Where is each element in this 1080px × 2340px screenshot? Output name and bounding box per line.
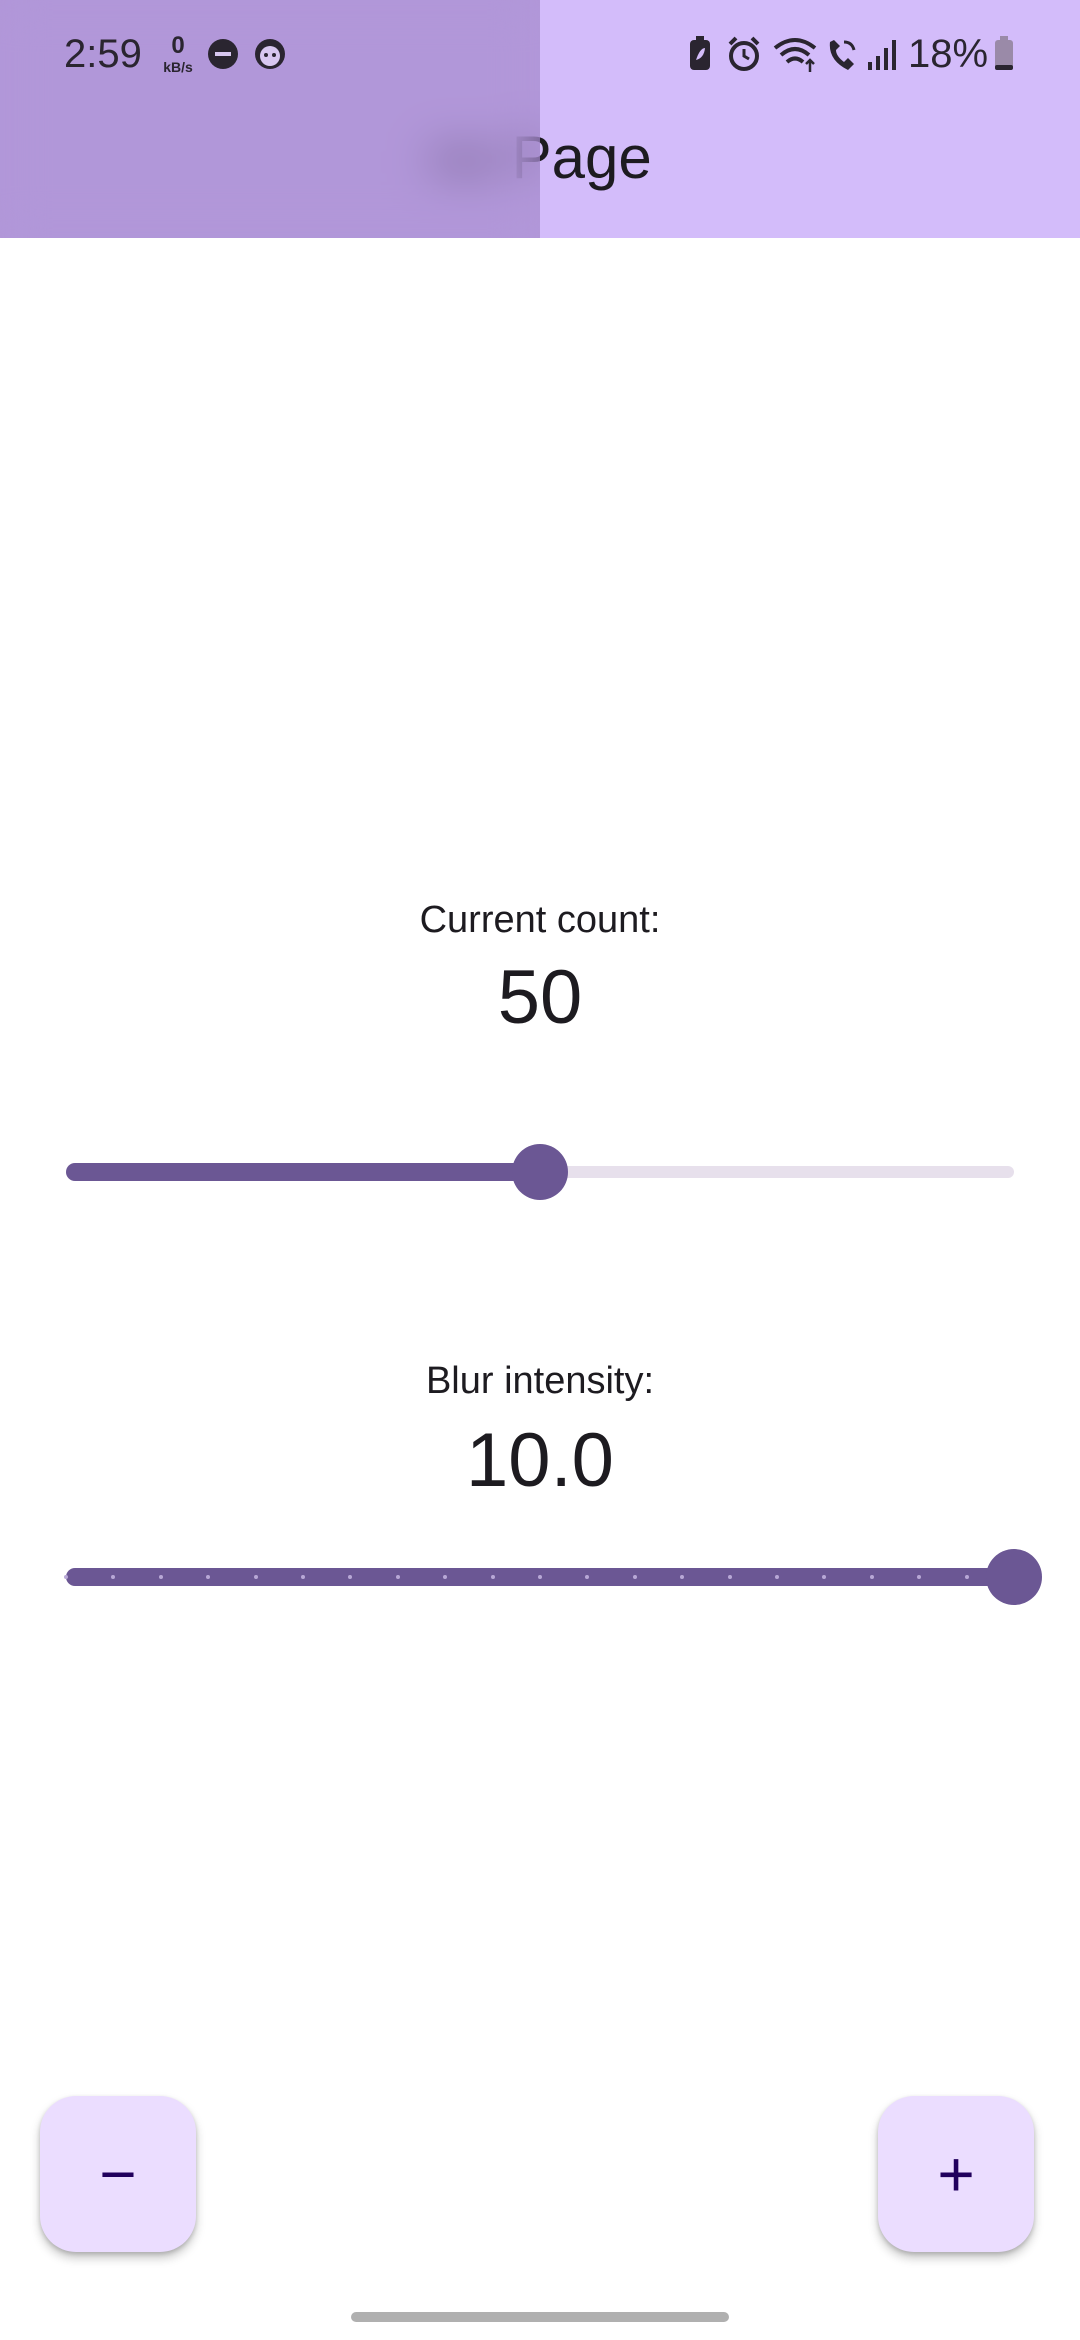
do-not-disturb-icon: [208, 39, 238, 69]
blur-slider-tick: [870, 1575, 874, 1579]
network-speed-unit: kB/s: [163, 59, 193, 75]
count-slider[interactable]: [66, 1142, 1014, 1202]
blur-slider-tick: [64, 1575, 68, 1579]
face-icon: [255, 39, 285, 69]
status-bar: 2:59 0 kB/s 18%: [0, 0, 1080, 108]
count-slider-thumb[interactable]: [512, 1144, 568, 1200]
blur-slider-tick: [206, 1575, 210, 1579]
blur-slider-tick: [680, 1575, 684, 1579]
increment-button[interactable]: +: [878, 2096, 1034, 2252]
blur-slider-tick: [396, 1575, 400, 1579]
count-value: 50: [497, 955, 583, 1040]
network-speed: 0 kB/s: [158, 34, 198, 76]
blur-slider-tick: [301, 1575, 305, 1579]
blur-slider-tick: [443, 1575, 447, 1579]
home-indicator[interactable]: [351, 2312, 729, 2322]
blur-slider-tick: [822, 1575, 826, 1579]
blur-slider-tick: [728, 1575, 732, 1579]
blur-label: Blur intensity:: [425, 1360, 655, 1402]
blur-slider-tick: [348, 1575, 352, 1579]
count-label: Current count:: [419, 899, 661, 941]
blur-slider-thumb[interactable]: [986, 1549, 1042, 1605]
blur-slider-tick: [917, 1575, 921, 1579]
battery-saver-icon: [690, 36, 710, 70]
battery-percent: 18%: [908, 32, 989, 76]
blur-slider-tick: [538, 1575, 542, 1579]
wifi-calling-icon: [829, 40, 856, 70]
blur-slider-tick: [633, 1575, 637, 1579]
blur-slider[interactable]: [64, 1547, 1042, 1607]
blur-slider-tick: [254, 1575, 258, 1579]
blur-slider-tick: [111, 1575, 115, 1579]
blur-slider-tick: [159, 1575, 163, 1579]
wifi-icon: [773, 38, 817, 72]
status-time: 2:59: [64, 32, 142, 76]
battery-icon: [995, 36, 1013, 70]
signal-icon: [868, 40, 896, 70]
blur-value: 10.0: [466, 1418, 614, 1503]
plus-icon: +: [937, 2138, 975, 2210]
decrement-button[interactable]: −: [40, 2096, 196, 2252]
blur-slider-tick: [585, 1575, 589, 1579]
count-slider-active-track: [66, 1163, 540, 1181]
blur-slider-tick: [491, 1575, 495, 1579]
network-speed-value: 0: [171, 32, 185, 59]
blur-slider-tick: [965, 1575, 969, 1579]
minus-icon: −: [99, 2138, 137, 2210]
blur-slider-tick: [775, 1575, 779, 1579]
alarm-icon: [728, 36, 760, 71]
